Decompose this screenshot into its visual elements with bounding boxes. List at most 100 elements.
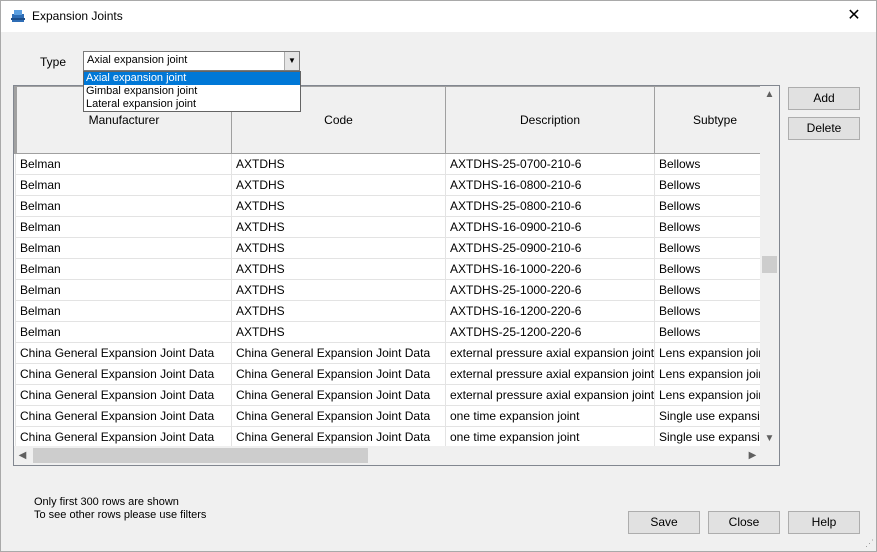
cell-manufacturer[interactable]: China General Expansion Joint Data — [15, 384, 232, 406]
table-row[interactable]: China General Expansion Joint Data China… — [15, 405, 761, 427]
dropdown-option-axial[interactable]: Axial expansion joint — [84, 72, 300, 85]
cell-manufacturer[interactable]: Belman — [15, 300, 232, 322]
cell-code[interactable]: AXTDHS — [231, 300, 446, 322]
chevron-up-icon[interactable]: ▲ — [760, 86, 779, 103]
table-row[interactable]: Belman AXTDHS AXTDHS-16-0800-210-6 Bello… — [15, 174, 761, 196]
cell-description[interactable]: AXTDHS-25-0800-210-6 — [445, 195, 655, 217]
cell-description[interactable]: AXTDHS-16-1200-220-6 — [445, 300, 655, 322]
table-row[interactable]: Belman AXTDHS AXTDHS-25-1200-220-6 Bello… — [15, 321, 761, 343]
cell-subtype[interactable]: Bellows — [654, 237, 761, 259]
chevron-down-icon[interactable]: ▼ — [760, 430, 779, 447]
cell-manufacturer[interactable]: Belman — [15, 258, 232, 280]
cell-manufacturer[interactable]: Belman — [15, 279, 232, 301]
cell-code[interactable]: AXTDHS — [231, 258, 446, 280]
cell-subtype[interactable]: Bellows — [654, 300, 761, 322]
delete-button[interactable]: Delete — [788, 117, 860, 140]
cell-subtype[interactable]: Bellows — [654, 195, 761, 217]
table-row[interactable]: Belman AXTDHS AXTDHS-25-0800-210-6 Bello… — [15, 195, 761, 217]
close-window-icon[interactable]: ✕ — [832, 1, 876, 32]
type-label: Type — [40, 55, 67, 69]
cell-subtype[interactable]: Bellows — [654, 321, 761, 343]
cell-subtype[interactable]: Bellows — [654, 174, 761, 196]
table-row[interactable]: Belman AXTDHS AXTDHS-25-1000-220-6 Bello… — [15, 279, 761, 301]
cell-manufacturer[interactable]: Belman — [15, 153, 232, 175]
table-row[interactable]: Belman AXTDHS AXTDHS-16-1200-220-6 Bello… — [15, 300, 761, 322]
close-button[interactable]: Close — [708, 511, 780, 534]
cell-description[interactable]: one time expansion joint — [445, 426, 655, 447]
add-button[interactable]: Add — [788, 87, 860, 110]
cell-description[interactable]: external pressure axial expansion joint — [445, 384, 655, 406]
type-combobox[interactable]: Axial expansion joint ▼ — [83, 51, 300, 71]
cell-manufacturer[interactable]: China General Expansion Joint Data — [15, 426, 232, 447]
table-row[interactable]: China General Expansion Joint Data China… — [15, 363, 761, 385]
resize-grip-icon[interactable]: ⋰ — [865, 538, 874, 549]
chevron-down-icon[interactable]: ▼ — [284, 52, 299, 70]
cell-manufacturer[interactable]: China General Expansion Joint Data — [15, 363, 232, 385]
cell-subtype[interactable]: Single use expansion — [654, 426, 761, 447]
cell-manufacturer[interactable]: Belman — [15, 237, 232, 259]
help-button[interactable]: Help — [788, 511, 860, 534]
title-bar: Expansion Joints ✕ — [1, 1, 876, 32]
cell-subtype[interactable]: Bellows — [654, 216, 761, 238]
cell-manufacturer[interactable]: China General Expansion Joint Data — [15, 342, 232, 364]
table-row[interactable]: China General Expansion Joint Data China… — [15, 426, 761, 447]
cell-description[interactable]: AXTDHS-25-1200-220-6 — [445, 321, 655, 343]
cell-code[interactable]: AXTDHS — [231, 321, 446, 343]
cell-manufacturer[interactable]: China General Expansion Joint Data — [15, 405, 232, 427]
cell-code[interactable]: China General Expansion Joint Data — [231, 405, 446, 427]
cell-code[interactable]: AXTDHS — [231, 153, 446, 175]
save-button[interactable]: Save — [628, 511, 700, 534]
table-row[interactable]: Belman AXTDHS AXTDHS-16-1000-220-6 Bello… — [15, 258, 761, 280]
cell-subtype[interactable]: Bellows — [654, 258, 761, 280]
cell-description[interactable]: one time expansion joint — [445, 405, 655, 427]
cell-code[interactable]: China General Expansion Joint Data — [231, 384, 446, 406]
cell-code[interactable]: China General Expansion Joint Data — [231, 426, 446, 447]
cell-subtype[interactable]: Bellows — [654, 153, 761, 175]
cell-description[interactable]: external pressure axial expansion joint — [445, 342, 655, 364]
horizontal-scrollbar[interactable]: ◀ ▶ — [14, 446, 761, 465]
cell-code[interactable]: China General Expansion Joint Data — [231, 342, 446, 364]
cell-code[interactable]: AXTDHS — [231, 237, 446, 259]
table-row[interactable]: China General Expansion Joint Data China… — [15, 384, 761, 406]
app-icon — [10, 8, 26, 24]
cell-code[interactable]: AXTDHS — [231, 195, 446, 217]
table-row[interactable]: China General Expansion Joint Data China… — [15, 342, 761, 364]
cell-description[interactable]: AXTDHS-25-0700-210-6 — [445, 153, 655, 175]
dropdown-option-gimbal[interactable]: Gimbal expansion joint — [84, 85, 300, 98]
expansion-joints-grid[interactable]: Manufacturer Code Description Subtype Be… — [13, 85, 780, 466]
chevron-left-icon[interactable]: ◀ — [14, 446, 31, 465]
horizontal-scroll-thumb[interactable] — [33, 448, 368, 463]
cell-manufacturer[interactable]: Belman — [15, 321, 232, 343]
cell-manufacturer[interactable]: Belman — [15, 216, 232, 238]
row-limit-note: Only first 300 rows are shown — [34, 496, 179, 508]
table-row[interactable]: Belman AXTDHS AXTDHS-25-0900-210-6 Bello… — [15, 237, 761, 259]
cell-code[interactable]: AXTDHS — [231, 279, 446, 301]
chevron-right-icon[interactable]: ▶ — [744, 446, 761, 465]
cell-subtype[interactable]: Bellows — [654, 279, 761, 301]
table-row[interactable]: Belman AXTDHS AXTDHS-16-0900-210-6 Bello… — [15, 216, 761, 238]
column-header-description[interactable]: Description — [445, 86, 655, 154]
cell-description[interactable]: AXTDHS-16-1000-220-6 — [445, 258, 655, 280]
cell-description[interactable]: AXTDHS-25-1000-220-6 — [445, 279, 655, 301]
cell-code[interactable]: AXTDHS — [231, 216, 446, 238]
dropdown-option-lateral[interactable]: Lateral expansion joint — [84, 98, 300, 111]
cell-manufacturer[interactable]: Belman — [15, 174, 232, 196]
cell-subtype[interactable]: Lens expansion joint — [654, 363, 761, 385]
scrollbar-corner — [760, 446, 779, 465]
cell-description[interactable]: AXTDHS-16-0900-210-6 — [445, 216, 655, 238]
cell-subtype[interactable]: Lens expansion joint — [654, 384, 761, 406]
vertical-scroll-thumb[interactable] — [762, 256, 777, 273]
cell-description[interactable]: external pressure axial expansion joint — [445, 363, 655, 385]
type-selected-value: Axial expansion joint — [87, 54, 188, 66]
type-dropdown-list[interactable]: Axial expansion joint Gimbal expansion j… — [83, 71, 301, 112]
cell-code[interactable]: AXTDHS — [231, 174, 446, 196]
cell-subtype[interactable]: Single use expansion — [654, 405, 761, 427]
cell-description[interactable]: AXTDHS-16-0800-210-6 — [445, 174, 655, 196]
cell-subtype[interactable]: Lens expansion joint — [654, 342, 761, 364]
cell-manufacturer[interactable]: Belman — [15, 195, 232, 217]
cell-code[interactable]: China General Expansion Joint Data — [231, 363, 446, 385]
cell-description[interactable]: AXTDHS-25-0900-210-6 — [445, 237, 655, 259]
table-row[interactable]: Belman AXTDHS AXTDHS-25-0700-210-6 Bello… — [15, 153, 761, 175]
vertical-scrollbar[interactable]: ▲ ▼ — [760, 86, 779, 447]
column-header-subtype[interactable]: Subtype — [654, 86, 761, 154]
